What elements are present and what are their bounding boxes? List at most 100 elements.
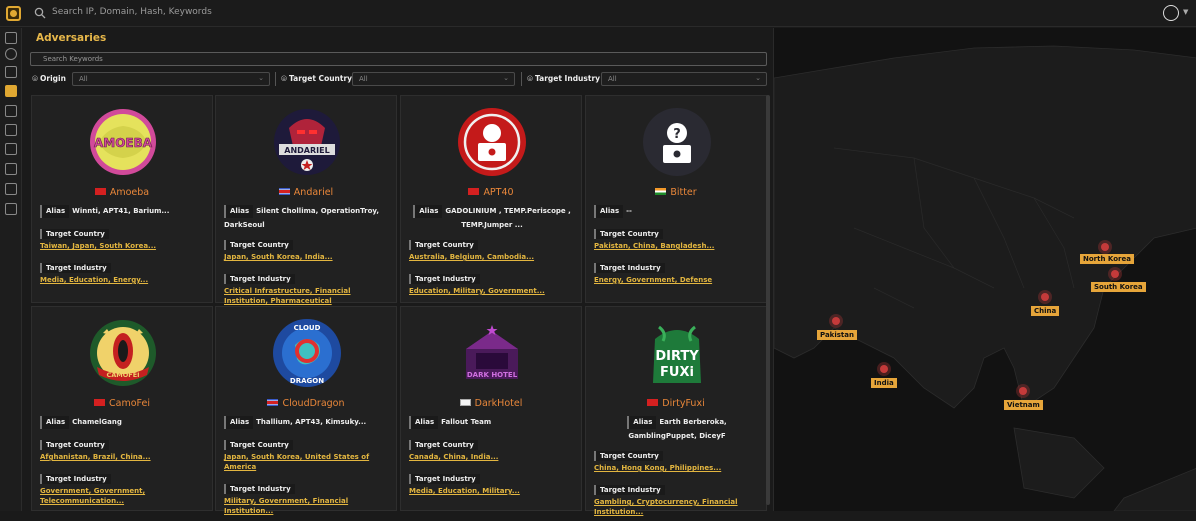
target-industry-links[interactable]: Media, Education, Energy... — [40, 275, 206, 285]
target-industry-links[interactable]: Energy, Government, Defense — [594, 275, 760, 285]
keywords-search-input[interactable]: Search Keywords — [30, 52, 767, 66]
adversary-card-dirtyfuxi[interactable]: DIRTY FUXi DirtyFuxi Alias Earth Berberok… — [585, 306, 767, 516]
alias-row: Alias -- — [594, 205, 760, 220]
document-icon[interactable] — [5, 32, 17, 44]
app-logo-icon[interactable] — [6, 6, 21, 21]
divider — [521, 72, 522, 86]
adversary-name[interactable]: Bitter — [586, 187, 766, 198]
china-flag-icon — [94, 399, 106, 406]
andariel-logo-icon: ANDARIEL — [271, 106, 343, 178]
adversary-card-apt40[interactable]: APT40 Alias GADOLINIUM , TEMP.Periscope ,… — [400, 95, 582, 303]
adversary-name[interactable]: APT40 — [401, 187, 581, 198]
target-country-select[interactable]: All ⌄ — [352, 72, 515, 86]
map-landmass — [774, 45, 1196, 511]
adversaries-icon[interactable] — [5, 85, 17, 97]
target-country-tag: Target Country — [594, 451, 663, 461]
alias-row: Alias GADOLINIUM , TEMP.Periscope , TEMP.… — [409, 205, 575, 231]
target-industry-tag: Target Industry — [224, 484, 295, 494]
north-korea-flag-icon — [267, 399, 279, 406]
adversary-card-clouddragon[interactable]: CLOUD DRAGON CloudDragon Alias Thallium, … — [215, 306, 397, 515]
adversary-name[interactable]: Andariel — [216, 187, 396, 198]
svg-text:AMOEBA: AMOEBA — [94, 136, 153, 150]
svg-text:ANDARIEL: ANDARIEL — [284, 146, 329, 155]
target-country-links[interactable]: Japan, South Korea, India... — [224, 252, 390, 262]
top-bar: Search IP, Domain, Hash, Keywords ▼ — [0, 0, 1196, 27]
network-icon[interactable] — [5, 66, 17, 78]
target-country-links[interactable]: Canada, China, India... — [409, 452, 575, 462]
china-flag-icon — [94, 188, 106, 195]
map-marker-china[interactable] — [1041, 293, 1049, 301]
origin-select[interactable]: All ⌄ — [72, 72, 270, 86]
search-icon — [34, 7, 46, 19]
adversary-card-darkhotel[interactable]: DARK HOTEL DarkHotel Alias Fallout Team T… — [400, 306, 582, 511]
target-country-links[interactable]: Australia, Belgium, Cambodia... — [409, 252, 575, 262]
map-label-north-korea: North Korea — [1080, 254, 1134, 264]
target-country-tag: Target Country — [409, 240, 478, 250]
files-icon[interactable] — [5, 183, 17, 195]
target-country-tag: Target Country — [409, 440, 478, 450]
target-industry-tag: Target Industry — [594, 485, 665, 495]
map-marker-vietnam[interactable] — [1019, 387, 1027, 395]
origin-label: ⦾ Origin — [32, 74, 66, 83]
target-country-links[interactable]: Japan, South Korea, United States of Ame… — [224, 452, 390, 472]
adversary-name[interactable]: DirtyFuxi — [586, 398, 766, 409]
bug-icon[interactable] — [5, 105, 17, 117]
chevron-down-icon[interactable]: ▼ — [1183, 8, 1188, 16]
divider — [275, 72, 276, 86]
search-nav-icon[interactable] — [5, 48, 17, 60]
target-industry-tag: Target Industry — [594, 263, 665, 273]
download-icon[interactable] — [5, 163, 17, 175]
svg-text:CAMOFEI: CAMOFEI — [106, 371, 139, 379]
svg-text:DRAGON: DRAGON — [290, 377, 324, 385]
target-industry-links[interactable]: Military, Government, Financial Institut… — [224, 496, 390, 516]
target-industry-links[interactable]: Education, Military, Government... — [409, 286, 575, 296]
dirtyfuxi-logo-icon: DIRTY FUXi — [641, 317, 713, 389]
adversary-name[interactable]: DarkHotel — [401, 398, 581, 409]
map-marker-south-korea[interactable] — [1111, 270, 1119, 278]
cards-scrollbar[interactable] — [766, 95, 770, 505]
map-marker-india[interactable] — [880, 365, 888, 373]
target-industry-links[interactable]: Gambling, Cryptocurrency, Financial Inst… — [594, 497, 760, 517]
india-flag-icon — [655, 188, 667, 195]
left-sidebar — [0, 28, 22, 511]
language-globe-icon[interactable] — [1163, 5, 1179, 21]
adversary-name[interactable]: CamoFei — [32, 398, 212, 409]
adversary-card-andariel[interactable]: ANDARIEL Andariel Alias Silent Chollima, … — [215, 95, 397, 306]
target-country-tag: Target Country — [594, 229, 663, 239]
target-industry-tag: Target Industry — [409, 274, 480, 284]
target-country-links[interactable]: Afghanistan, Brazil, China... — [40, 452, 206, 462]
darkhotel-logo-icon: DARK HOTEL — [456, 317, 528, 389]
north-korea-flag-icon — [278, 188, 290, 195]
target-industry-links[interactable]: Media, Education, Military... — [409, 486, 575, 496]
report-icon[interactable] — [5, 124, 17, 136]
target-country-label: ⦾ Target Country — [281, 74, 353, 83]
adversary-card-camofei[interactable]: CAMOFEI CamoFei Alias ChamelGang Target C… — [31, 306, 213, 511]
map-label-china: China — [1031, 306, 1060, 316]
map-marker-pakistan[interactable] — [832, 317, 840, 325]
map-marker-north-korea[interactable] — [1101, 243, 1109, 251]
adversary-card-bitter[interactable]: ? Bitter Alias -- Target Country Pakistan… — [585, 95, 767, 303]
adversary-name[interactable]: Amoeba — [32, 187, 212, 198]
target-industry-select[interactable]: All ⌄ — [601, 72, 767, 86]
svg-text:CLOUD: CLOUD — [294, 324, 321, 332]
china-flag-icon — [468, 188, 480, 195]
target-country-tag: Target Country — [40, 229, 109, 239]
target-country-links[interactable]: Taiwan, Japan, South Korea... — [40, 241, 206, 251]
adversary-name[interactable]: CloudDragon — [216, 398, 396, 409]
svg-text:DARK HOTEL: DARK HOTEL — [467, 371, 518, 379]
alias-row: Alias Thallium, APT43, Kimsuky... — [224, 416, 390, 431]
graph-icon[interactable] — [5, 143, 17, 155]
target-country-tag: Target Country — [40, 440, 109, 450]
world-map[interactable]: North Korea South Korea China Pakistan I… — [773, 28, 1196, 511]
target-industry-tag: Target Industry — [224, 274, 295, 284]
target-industry-links[interactable]: Critical Infrastructure, Financial Insti… — [224, 286, 390, 306]
alias-row: Alias ChamelGang — [40, 416, 206, 431]
target-country-links[interactable]: China, Hong Kong, Philippines... — [594, 463, 760, 473]
svg-text:?: ? — [673, 127, 681, 142]
target-industry-links[interactable]: Government, Government, Telecommunicatio… — [40, 486, 206, 506]
target-industry-tag: Target Industry — [40, 474, 111, 484]
global-search-input[interactable]: Search IP, Domain, Hash, Keywords — [52, 7, 212, 17]
adversary-card-amoeba[interactable]: AMOEBA Amoeba Alias Winnti, APT41, Barium… — [31, 95, 213, 303]
alert-icon[interactable] — [5, 203, 17, 215]
target-country-links[interactable]: Pakistan, China, Bangladesh... — [594, 241, 760, 251]
